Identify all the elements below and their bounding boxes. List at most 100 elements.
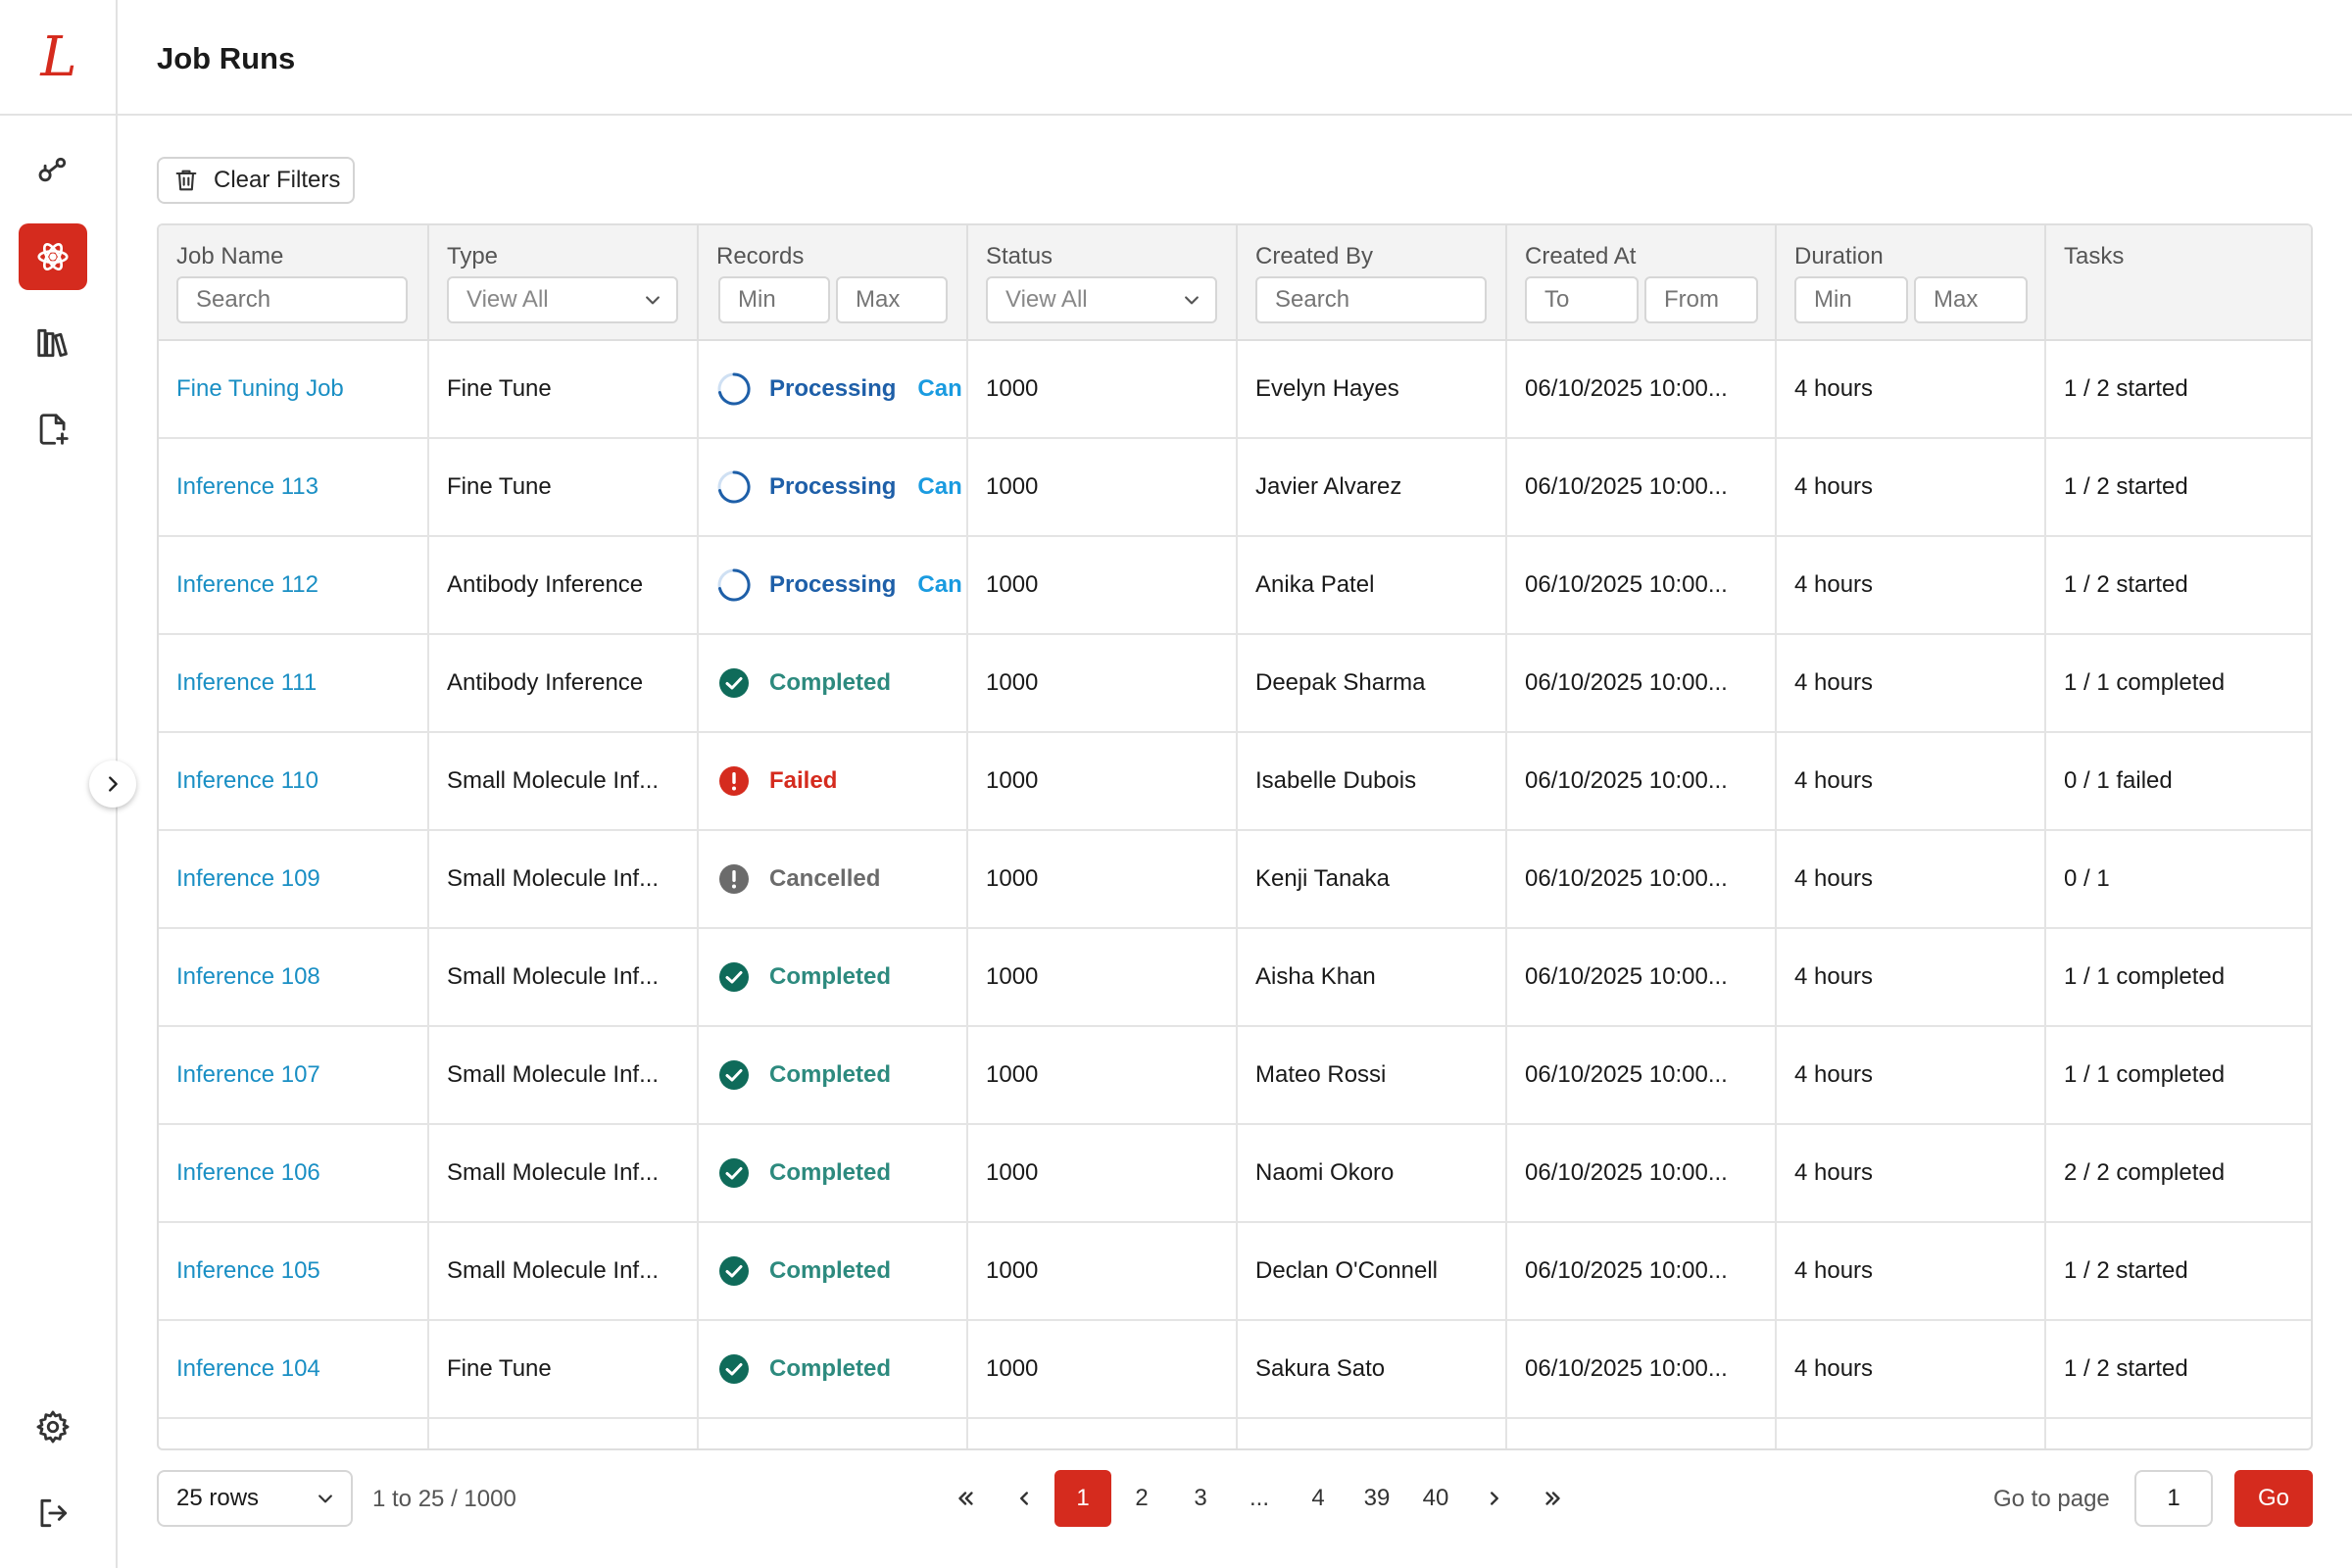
cell-job-name-text[interactable]: Inference 109: [176, 865, 320, 893]
table-header: Job Name Type View All Records Status Vi…: [159, 225, 2311, 341]
rows-per-page-select[interactable]: 25 rows: [157, 1470, 353, 1527]
table-row[interactable]: Inference 106 Small Molecule Inf... Comple…: [159, 1125, 2311, 1223]
table-row[interactable]: Inference 111 Antibody Inference Completed…: [159, 635, 2311, 733]
duration-min-input[interactable]: [1794, 276, 1908, 323]
cell-records: 1000: [968, 1223, 1238, 1319]
records-max-input[interactable]: [836, 276, 948, 323]
created-at-from-input[interactable]: [1644, 276, 1758, 323]
sidebar-item-new-file[interactable]: [19, 396, 87, 463]
sidebar-expand-button[interactable]: [89, 760, 136, 808]
cell-job-name-text[interactable]: Inference 104: [176, 1355, 320, 1383]
sidebar-item-settings[interactable]: [19, 1394, 87, 1460]
cell-duration: 4 hours: [1777, 1027, 2046, 1123]
cancel-job-link[interactable]: Can: [917, 571, 961, 599]
status-badge: Completed: [716, 1351, 891, 1387]
table-row[interactable]: Inference 113 Fine Tune Processing Can 1000 J…: [159, 439, 2311, 537]
table-row[interactable]: Inference 105 Small Molecule Inf... Comple…: [159, 1223, 2311, 1321]
sidebar-item-library[interactable]: [19, 310, 87, 376]
cell-job-name: Inference 105: [159, 1223, 429, 1319]
status-badge: Completed: [716, 959, 891, 995]
cell-created-at-text: 06/10/2025 10:00...: [1525, 473, 1728, 500]
column-label: Duration: [1794, 243, 1884, 270]
workflow-icon: [38, 157, 67, 182]
type-filter-select[interactable]: View All: [447, 276, 678, 323]
cell-job-name-text[interactable]: Inference 105: [176, 1257, 320, 1285]
cell-job-name-text[interactable]: Inference 113: [176, 473, 318, 501]
cell-tasks-text: 0 / 1 failed: [2064, 767, 2173, 794]
status-badge: Completed: [716, 1253, 891, 1289]
cell-duration-text: 4 hours: [1794, 1257, 1874, 1284]
status-label: Completed: [769, 1355, 892, 1382]
cell-job-name: Inference 109: [159, 831, 429, 927]
cell-job-name-text[interactable]: Fine Tuning Job: [176, 375, 344, 403]
status-filter-select[interactable]: View All: [986, 276, 1217, 323]
clear-filters-button[interactable]: Clear Filters: [157, 157, 355, 204]
cell-job-name-text[interactable]: Inference 111: [176, 669, 317, 697]
cell-job-name: Inference 111: [159, 635, 429, 731]
go-button[interactable]: Go: [2234, 1470, 2313, 1527]
sidebar-item-workflows[interactable]: [19, 137, 87, 204]
cancel-job-link[interactable]: Can: [917, 375, 961, 403]
page-button[interactable]: 39: [1348, 1470, 1405, 1527]
cell-records: 1000: [968, 733, 1238, 829]
cell-duration: 4 hours: [1777, 635, 2046, 731]
table-row[interactable]: Inference 112 Antibody Inference Processin…: [159, 537, 2311, 635]
logo[interactable]: L: [0, 0, 118, 116]
records-min-input[interactable]: [718, 276, 830, 323]
trash-icon: [175, 170, 197, 191]
cell-created-at: 06/10/2025 10:00...: [1507, 1027, 1777, 1123]
page-button[interactable]: 2: [1113, 1470, 1170, 1527]
column-label: Created At: [1525, 243, 1637, 270]
table-row[interactable]: Inference 108 Small Molecule Inf... Comple…: [159, 929, 2311, 1027]
check-circle-icon: [719, 1060, 749, 1090]
page-button[interactable]: 3: [1172, 1470, 1229, 1527]
cell-type: Fine Tune: [429, 439, 699, 535]
sidebar-item-logout[interactable]: [19, 1480, 87, 1546]
table-cell-empty: [429, 1419, 699, 1448]
previous-page-button[interactable]: [996, 1470, 1053, 1527]
status-badge: Processing Can: [716, 371, 962, 407]
cell-created-at: 06/10/2025 10:00...: [1507, 537, 1777, 633]
table-row[interactable]: Fine Tuning Job Fine Tune Processing Can 100…: [159, 341, 2311, 439]
cell-records-text: 1000: [986, 1257, 1039, 1284]
cell-duration-text: 4 hours: [1794, 767, 1874, 794]
first-page-button[interactable]: [937, 1470, 994, 1527]
gear-icon: [36, 1410, 70, 1444]
cell-created-by-text: Declan O'Connell: [1255, 1257, 1439, 1284]
cell-tasks-text: 1 / 2 started: [2064, 1257, 2188, 1284]
job-name-search-input[interactable]: [176, 276, 408, 323]
status-badge: Completed: [716, 665, 891, 701]
status-label: Cancelled: [769, 865, 881, 892]
cell-tasks: 1 / 1 completed: [2046, 635, 2311, 731]
cell-created-by-text: Sakura Sato: [1255, 1355, 1386, 1382]
cell-tasks: 1 / 2 started: [2046, 439, 2311, 535]
sidebar-item-jobs[interactable]: [19, 223, 87, 290]
cell-job-name-text[interactable]: Inference 107: [176, 1061, 320, 1089]
cell-job-name-text[interactable]: Inference 112: [176, 571, 318, 599]
table-row[interactable]: Inference 107 Small Molecule Inf... Comple…: [159, 1027, 2311, 1125]
chevron-down-icon: [318, 1494, 332, 1503]
cell-job-name-text[interactable]: Inference 110: [176, 767, 318, 795]
table-row[interactable]: Inference 104 Fine Tune Completed 1000 Sakur…: [159, 1321, 2311, 1419]
table-cell-empty: [2046, 1419, 2311, 1448]
created-by-search-input[interactable]: [1255, 276, 1487, 323]
table-row[interactable]: Inference 110 Small Molecule Inf... Failed…: [159, 733, 2311, 831]
cell-type-text: Fine Tune: [447, 1355, 552, 1382]
next-page-button[interactable]: [1466, 1470, 1523, 1527]
page-button[interactable]: 1: [1054, 1470, 1111, 1527]
cell-job-name-text[interactable]: Inference 106: [176, 1159, 320, 1187]
duration-max-input[interactable]: [1914, 276, 2028, 323]
cell-job-name-text[interactable]: Inference 108: [176, 963, 320, 991]
cell-created-by-text: Naomi Okoro: [1255, 1159, 1395, 1186]
cancel-job-link[interactable]: Can: [917, 473, 961, 501]
created-at-to-input[interactable]: [1525, 276, 1639, 323]
cell-status: Processing Can: [699, 341, 968, 437]
cell-type-text: Fine Tune: [447, 375, 552, 402]
goto-page-input[interactable]: 1: [2134, 1470, 2213, 1527]
column-type: Type View All: [429, 225, 699, 341]
last-page-button[interactable]: [1525, 1470, 1582, 1527]
status-label: Completed: [769, 669, 892, 696]
page-button[interactable]: 4: [1290, 1470, 1347, 1527]
page-button[interactable]: 40: [1407, 1470, 1464, 1527]
table-row[interactable]: Inference 109 Small Molecule Inf... Cancel…: [159, 831, 2311, 929]
